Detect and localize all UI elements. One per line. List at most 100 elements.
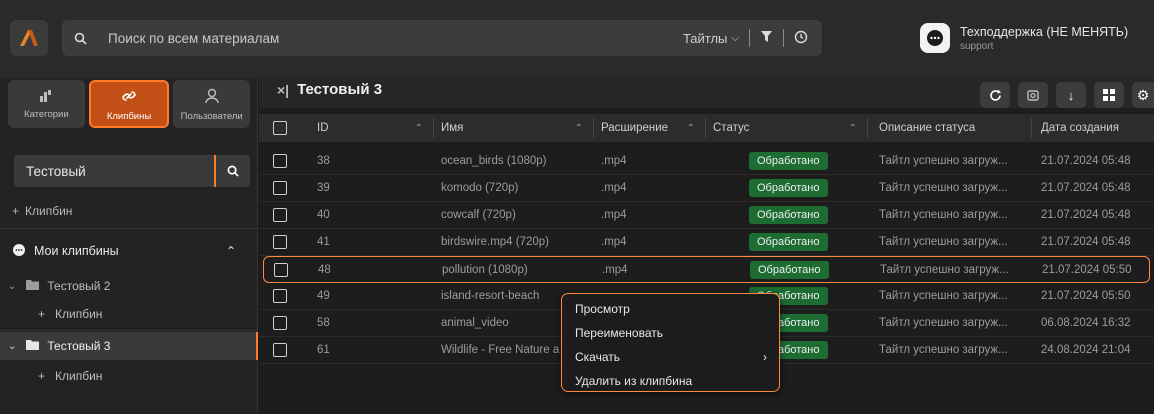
tree-item-add-clipbin[interactable]: + Клипбин [0,300,258,328]
history-icon[interactable] [794,30,808,47]
plus-icon: + [38,307,46,321]
menu-item-label: Переименовать [575,326,663,340]
table-row[interactable]: 38 ocean_birds (1080p) .mp4 Обработано Тайтл… [259,148,1154,175]
my-clipbins-header[interactable]: Мои клипбины ⌃ [12,240,248,262]
export-button[interactable] [1018,82,1048,108]
clipbin-search-input[interactable] [26,155,216,187]
search-icon[interactable] [66,24,94,52]
row-checkbox[interactable] [274,263,288,277]
download-button[interactable]: ↓ [1056,82,1086,108]
cell-status: Обработано [749,202,859,228]
tree-item-label: Тестовый 3 [47,339,111,353]
cell-name: komodo (720p) [441,182,519,194]
row-checkbox[interactable] [273,235,287,249]
select-all-checkbox[interactable] [273,121,287,135]
column-label: ID [317,122,329,134]
support-name: Техподдержка (НЕ МЕНЯТЬ) [960,24,1129,39]
cell-extension: .mp4 [602,264,628,276]
tree-item-folder-active[interactable]: ⌄ Тестовый 3 [0,332,258,360]
menu-item-rename[interactable]: Переименовать [562,321,779,345]
column-header-id[interactable]: ID ⌃ [309,114,433,142]
column-label: Статус [713,122,750,134]
tab-categories[interactable]: Категории [8,80,85,128]
settings-button[interactable]: ⚙ [1132,82,1154,108]
top-bar: Тайтлы ⌵ Техподдержка (НЕ МЕНЯТЬ) suppor… [0,0,1154,78]
column-header-created-date[interactable]: Дата создания [1033,114,1153,142]
sort-icon: ⌃ [574,122,583,134]
tree-item-add-clipbin[interactable]: + Клипбин [0,362,258,390]
search-input[interactable] [108,20,668,56]
clipbin-search-button[interactable] [214,155,250,187]
cell-created-date: 24.08.2024 21:04 [1041,344,1131,356]
category-icon [39,89,53,106]
status-badge: Обработано [749,233,828,251]
cell-id: 40 [317,209,330,221]
support-user[interactable]: Техподдержка (НЕ МЕНЯТЬ) support [920,20,1128,56]
chat-bubble-icon [12,243,26,260]
folder-icon [26,339,40,353]
cell-extension: .mp4 [601,236,627,248]
view-toggle-button[interactable] [1094,82,1124,108]
filter-icon[interactable] [760,30,773,46]
cell-id: 41 [317,236,330,248]
titles-filter-label: Тайтлы [682,30,728,46]
sort-icon: ⌃ [848,122,857,134]
divider [749,29,750,47]
tree-item-folder[interactable]: ⌄ Тестовый 2 [0,272,258,300]
column-header-extension[interactable]: Расширение ⌃ [593,114,705,142]
cell-status-description: Тайтл успешно загруж... [879,209,1008,221]
table-row[interactable]: 40 cowcalf (720p) .mp4 Обработано Тайтл успе… [259,202,1154,229]
cell-created-date: 06.08.2024 16:32 [1041,317,1131,329]
search-controls: Тайтлы ⌵ [683,20,808,56]
app-logo[interactable] [10,20,48,56]
tree-item-label: Тестовый 2 [47,279,111,293]
collapse-sidebar-icon[interactable]: ×| [277,82,289,98]
tab-label: Пользователи [180,110,243,122]
column-label: Описание статуса [879,122,976,134]
gear-icon: ⚙ [1136,86,1150,103]
titles-filter-dropdown[interactable]: Тайтлы ⌵ [683,31,739,46]
table-row[interactable]: 48 pollution (1080p) .mp4 Обработано Тайтл у… [263,256,1150,283]
cell-created-date: 21.07.2024 05:48 [1041,155,1131,167]
tab-clipbins[interactable]: Клипбины [88,80,170,128]
tab-label: Клипбины [106,110,152,122]
divider [1031,118,1032,138]
cell-status-description: Тайтл успешно загруж... [879,290,1008,302]
column-header-status[interactable]: Статус ⌃ [705,114,867,142]
refresh-button[interactable] [980,82,1010,108]
chevron-down-icon: ⌵ [731,32,739,44]
row-checkbox[interactable] [273,316,287,330]
divider [0,228,258,229]
table-row[interactable]: 39 komodo (720p) .mp4 Обработано Тайтл успеш… [259,175,1154,202]
cell-status-description: Тайтл успешно загруж... [879,182,1008,194]
row-checkbox[interactable] [273,181,287,195]
row-checkbox[interactable] [273,289,287,303]
cell-name: pollution (1080p) [442,264,528,276]
row-checkbox[interactable] [273,343,287,357]
plus-icon: + [12,204,20,218]
chevron-up-icon: ⌃ [225,244,236,258]
tab-users[interactable]: Пользователи [173,80,251,128]
cell-name: birdswire.mp4 (720p) [441,236,550,248]
global-search: Тайтлы ⌵ [62,20,822,56]
column-label: Дата создания [1041,122,1119,134]
chevron-right-icon: › [763,350,767,364]
row-checkbox[interactable] [273,154,287,168]
menu-item-remove-from-clipbin[interactable]: Удалить из клипбина [562,369,779,393]
add-clipbin-button[interactable]: + Клипбин [12,204,72,218]
cell-created-date: 21.07.2024 05:48 [1041,182,1131,194]
menu-item-label: Удалить из клипбина [575,374,693,388]
column-header-status-description[interactable]: Описание статуса [871,114,1031,142]
menu-item-label: Скачать [575,350,620,364]
cell-status-description: Тайтл успешно загруж... [879,317,1008,329]
cell-id: 39 [317,182,330,194]
table-row[interactable]: 41 birdswire.mp4 (720p) .mp4 Обработано Тайт… [259,229,1154,256]
menu-item-download[interactable]: Скачать › [562,345,779,369]
row-checkbox[interactable] [273,208,287,222]
support-avatar-icon [920,23,950,53]
menu-item-label: Просмотр [575,302,630,316]
column-header-name[interactable]: Имя ⌃ [433,114,593,142]
page-title: ×| Тестовый 3 [277,81,382,98]
chevron-down-icon: ⌄ [8,280,17,292]
menu-item-view[interactable]: Просмотр [562,297,779,321]
